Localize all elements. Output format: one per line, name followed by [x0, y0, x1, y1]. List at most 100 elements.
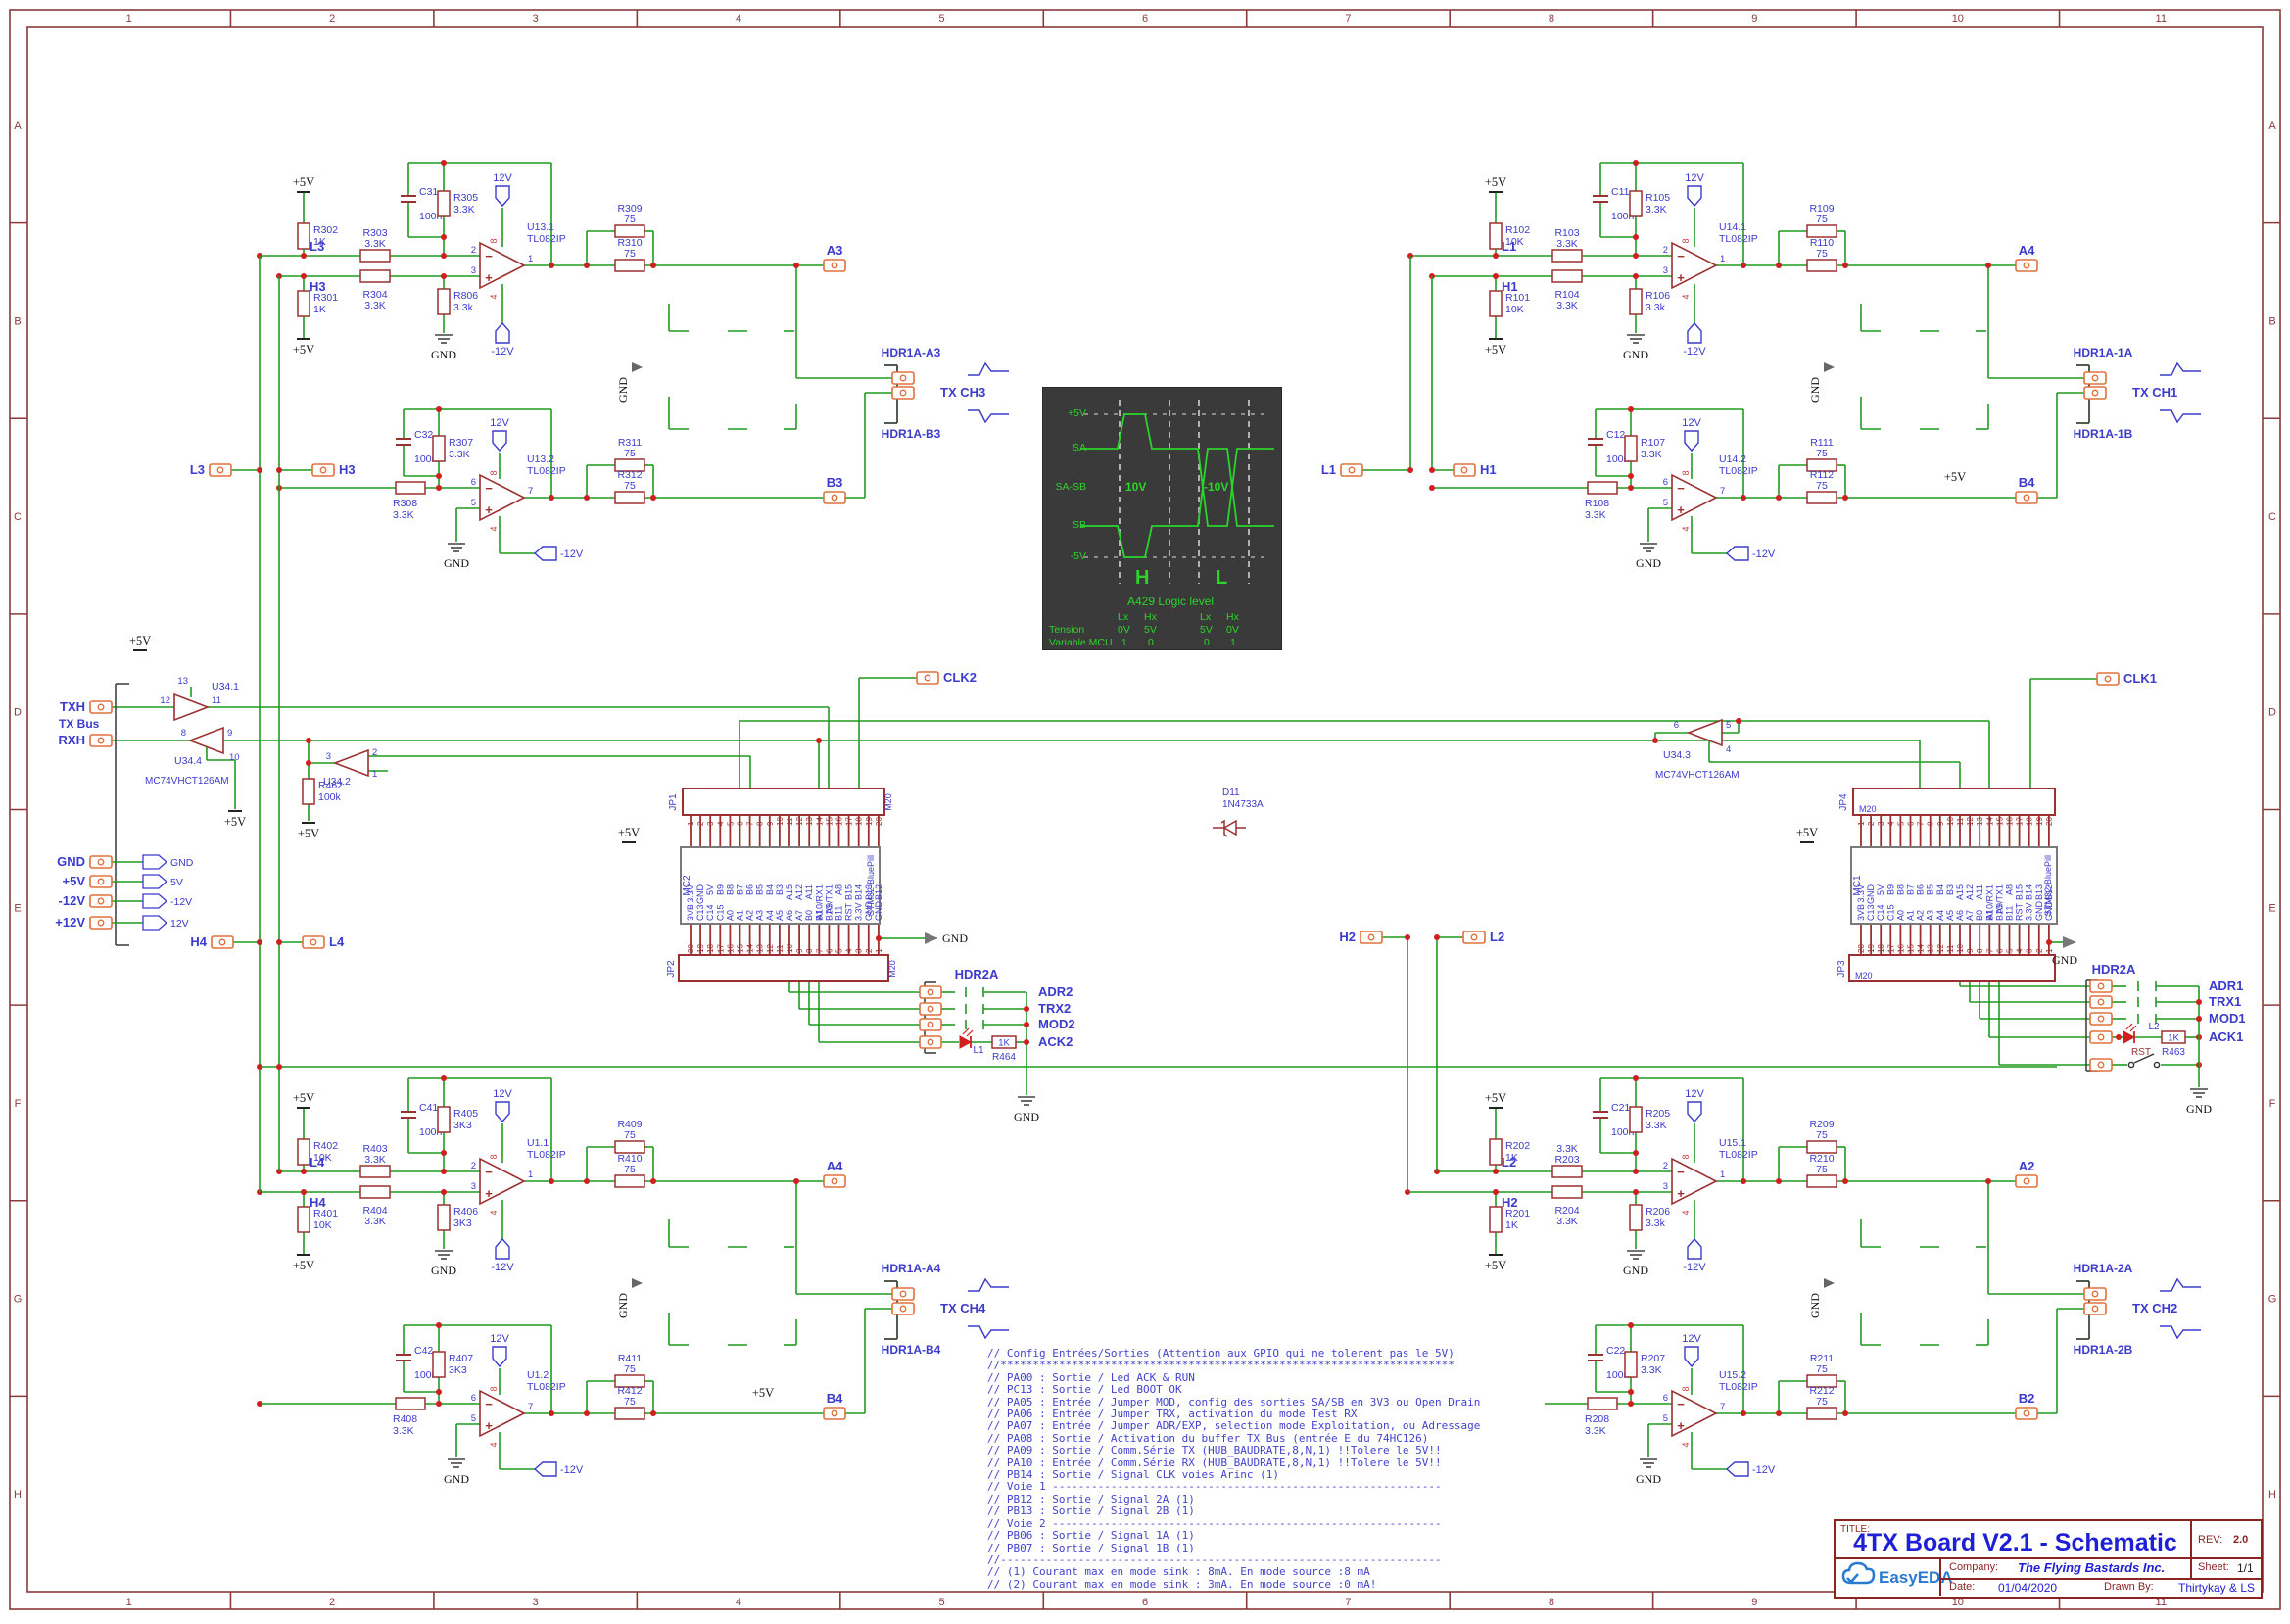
pad-H2[interactable]: [1360, 931, 1382, 943]
pad-+12V[interactable]: [90, 917, 112, 929]
pad-H4[interactable]: [212, 936, 233, 948]
resistor-R201[interactable]: [1490, 1207, 1502, 1232]
pad-B4[interactable]: [824, 1408, 845, 1419]
resistor-R307[interactable]: [433, 436, 445, 461]
pad-hdr[interactable]: [2090, 980, 2112, 992]
capacitor-C21[interactable]: [1593, 1112, 1608, 1118]
pad-hdr[interactable]: [2090, 1013, 2112, 1025]
pad-H3[interactable]: [312, 464, 334, 476]
pad-B3[interactable]: [824, 492, 845, 503]
resistor-R304[interactable]: [360, 270, 390, 282]
pad-hdr[interactable]: [892, 372, 914, 384]
resistor-R310[interactable]: [615, 260, 644, 271]
pad-CLK1[interactable]: [2097, 673, 2119, 685]
capacitor-C42[interactable]: [396, 1355, 411, 1361]
led-L2[interactable]: [2123, 1024, 2136, 1043]
capacitor-C11[interactable]: [1593, 196, 1608, 202]
resistor-R309[interactable]: [615, 225, 644, 237]
pad-hdr[interactable]: [892, 1303, 914, 1314]
buffer-U34.3[interactable]: [1689, 720, 1722, 745]
pad-B4[interactable]: [2016, 492, 2037, 503]
buffer-U34.1[interactable]: [174, 694, 208, 720]
pad-hdr[interactable]: [920, 1003, 941, 1015]
resistor-R402[interactable]: [298, 1139, 310, 1165]
resistor-R462[interactable]: [303, 779, 314, 804]
resistor-R104[interactable]: [1552, 270, 1582, 282]
resistor-R408[interactable]: [396, 1398, 425, 1409]
pad-+5V[interactable]: [90, 876, 112, 887]
resistor-R312[interactable]: [615, 492, 644, 503]
resistor-R109[interactable]: [1807, 225, 1837, 237]
capacitor-C22[interactable]: [1588, 1355, 1603, 1361]
pad--12V[interactable]: [90, 895, 112, 907]
pad-L2[interactable]: [1463, 931, 1485, 943]
diode-D11[interactable]: [1213, 821, 1246, 836]
pad-hdr[interactable]: [920, 1036, 941, 1048]
pad-hdr[interactable]: [920, 986, 941, 998]
resistor-R103[interactable]: [1552, 250, 1582, 262]
resistor-R106[interactable]: [1630, 289, 1642, 314]
resistor-R110[interactable]: [1807, 260, 1837, 271]
pad-A4[interactable]: [2016, 260, 2037, 271]
pad-hdr[interactable]: [892, 1288, 914, 1300]
resistor-R308[interactable]: [396, 482, 425, 494]
pad-CLK2[interactable]: [917, 672, 938, 684]
resistor-R301[interactable]: [298, 291, 310, 316]
pad-hdr[interactable]: [2090, 1059, 2112, 1071]
pad-hdr[interactable]: [2084, 372, 2106, 384]
resistor-R302[interactable]: [298, 223, 310, 249]
capacitor-C31[interactable]: [401, 196, 416, 202]
pad-H1[interactable]: [1454, 464, 1475, 476]
pad-TXH[interactable]: [90, 701, 112, 713]
resistor-R212[interactable]: [1807, 1408, 1837, 1419]
resistor-R209[interactable]: [1807, 1141, 1837, 1153]
capacitor-C41[interactable]: [401, 1112, 416, 1118]
resistor-R404[interactable]: [360, 1186, 390, 1198]
pad-L3[interactable]: [210, 464, 231, 476]
led-L1[interactable]: [960, 1028, 973, 1048]
resistor-R203[interactable]: [1552, 1166, 1582, 1177]
resistor-R409[interactable]: [615, 1141, 644, 1153]
resistor-R107[interactable]: [1625, 436, 1637, 461]
resistor-R108[interactable]: [1588, 482, 1617, 494]
resistor-R204[interactable]: [1552, 1186, 1582, 1198]
resistor-R303[interactable]: [360, 250, 390, 262]
pad-L4[interactable]: [303, 936, 324, 948]
pad-A4[interactable]: [824, 1175, 845, 1187]
capacitor-C32[interactable]: [396, 439, 411, 445]
resistor-R105[interactable]: [1630, 191, 1642, 216]
pad-hdr[interactable]: [892, 387, 914, 399]
header-JP1[interactable]: [683, 788, 884, 815]
capacitor-C12[interactable]: [1588, 439, 1603, 445]
pad-A3[interactable]: [824, 260, 845, 271]
buffer-U34.2[interactable]: [335, 750, 368, 776]
resistor-R207[interactable]: [1625, 1352, 1637, 1377]
pad-hdr[interactable]: [920, 1019, 941, 1030]
pad-hdr[interactable]: [2084, 387, 2106, 399]
resistor-R210[interactable]: [1807, 1175, 1837, 1187]
resistor-R305[interactable]: [438, 191, 450, 216]
resistor-R101[interactable]: [1490, 291, 1502, 316]
pad-hdr[interactable]: [2084, 1288, 2106, 1300]
pad-hdr[interactable]: [2084, 1303, 2106, 1314]
resistor-R401[interactable]: [298, 1207, 310, 1232]
resistor-R410[interactable]: [615, 1175, 644, 1187]
resistor-R403[interactable]: [360, 1166, 390, 1177]
pad-A2[interactable]: [2016, 1175, 2037, 1187]
resistor-R406[interactable]: [438, 1205, 450, 1230]
resistor-R102[interactable]: [1490, 223, 1502, 249]
resistor-R407[interactable]: [433, 1352, 445, 1377]
header-JP2[interactable]: [679, 955, 888, 981]
resistor-R806[interactable]: [438, 289, 450, 314]
header-JP4[interactable]: [1853, 788, 2055, 815]
resistor-R208[interactable]: [1588, 1398, 1617, 1409]
resistor-R202[interactable]: [1490, 1139, 1502, 1165]
pad-L1[interactable]: [1341, 464, 1362, 476]
pad-GND[interactable]: [90, 856, 112, 868]
resistor-R205[interactable]: [1630, 1107, 1642, 1132]
resistor-R412[interactable]: [615, 1408, 644, 1419]
resistor-R112[interactable]: [1807, 492, 1837, 503]
pad-B2[interactable]: [2016, 1408, 2037, 1419]
pad-hdr[interactable]: [2090, 996, 2112, 1008]
resistor-R206[interactable]: [1630, 1205, 1642, 1230]
